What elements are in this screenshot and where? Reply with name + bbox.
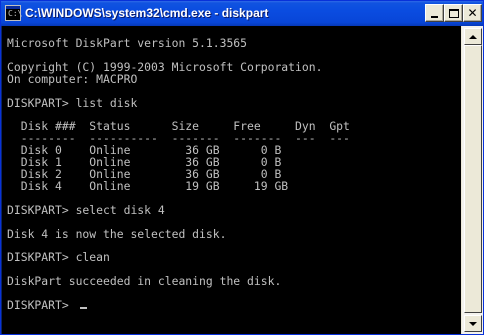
scroll-thumb[interactable] [464,45,482,313]
maximize-button[interactable] [444,4,463,22]
console-line: Disk 4 Online 19 GB 19 GB [7,178,289,193]
vertical-scrollbar[interactable] [461,26,483,334]
console-line: DISKPART> list disk [7,95,138,110]
scroll-down-button[interactable] [464,315,482,332]
arrow-up-icon [469,34,477,39]
console-output[interactable]: Microsoft DiskPart version 5.1.3565 Copy… [2,26,461,334]
close-button[interactable]: ✕ [463,4,482,22]
minimize-icon [431,16,438,18]
console-line: Disk 4 is now the selected disk. [7,226,227,241]
maximize-icon [448,8,459,18]
window-title: C:\WINDOWS\system32\cmd.exe - diskpart [25,6,269,20]
close-icon: ✕ [467,6,478,20]
console-line: Microsoft DiskPart version 5.1.3565 [7,36,248,50]
arrow-down-icon [469,321,477,326]
minimize-button[interactable] [425,4,444,22]
title-bar[interactable]: C:\ C:\WINDOWS\system32\cmd.exe - diskpa… [1,1,483,26]
console-line: DISKPART> [7,297,76,312]
console-icon[interactable]: C:\ [5,5,22,21]
console-text: Microsoft DiskPart version 5.1.3565 Copy… [7,36,350,312]
console-line: DISKPART> select disk 4 [7,202,165,217]
console-line: DiskPart succeeded in cleaning the disk. [7,274,282,289]
console-line: DISKPART> clean [7,250,110,265]
scroll-up-button[interactable] [464,28,482,45]
console-window: C:\ C:\WINDOWS\system32\cmd.exe - diskpa… [0,0,484,335]
text-cursor [79,306,87,309]
console-line: On computer: MACPRO [7,71,138,86]
